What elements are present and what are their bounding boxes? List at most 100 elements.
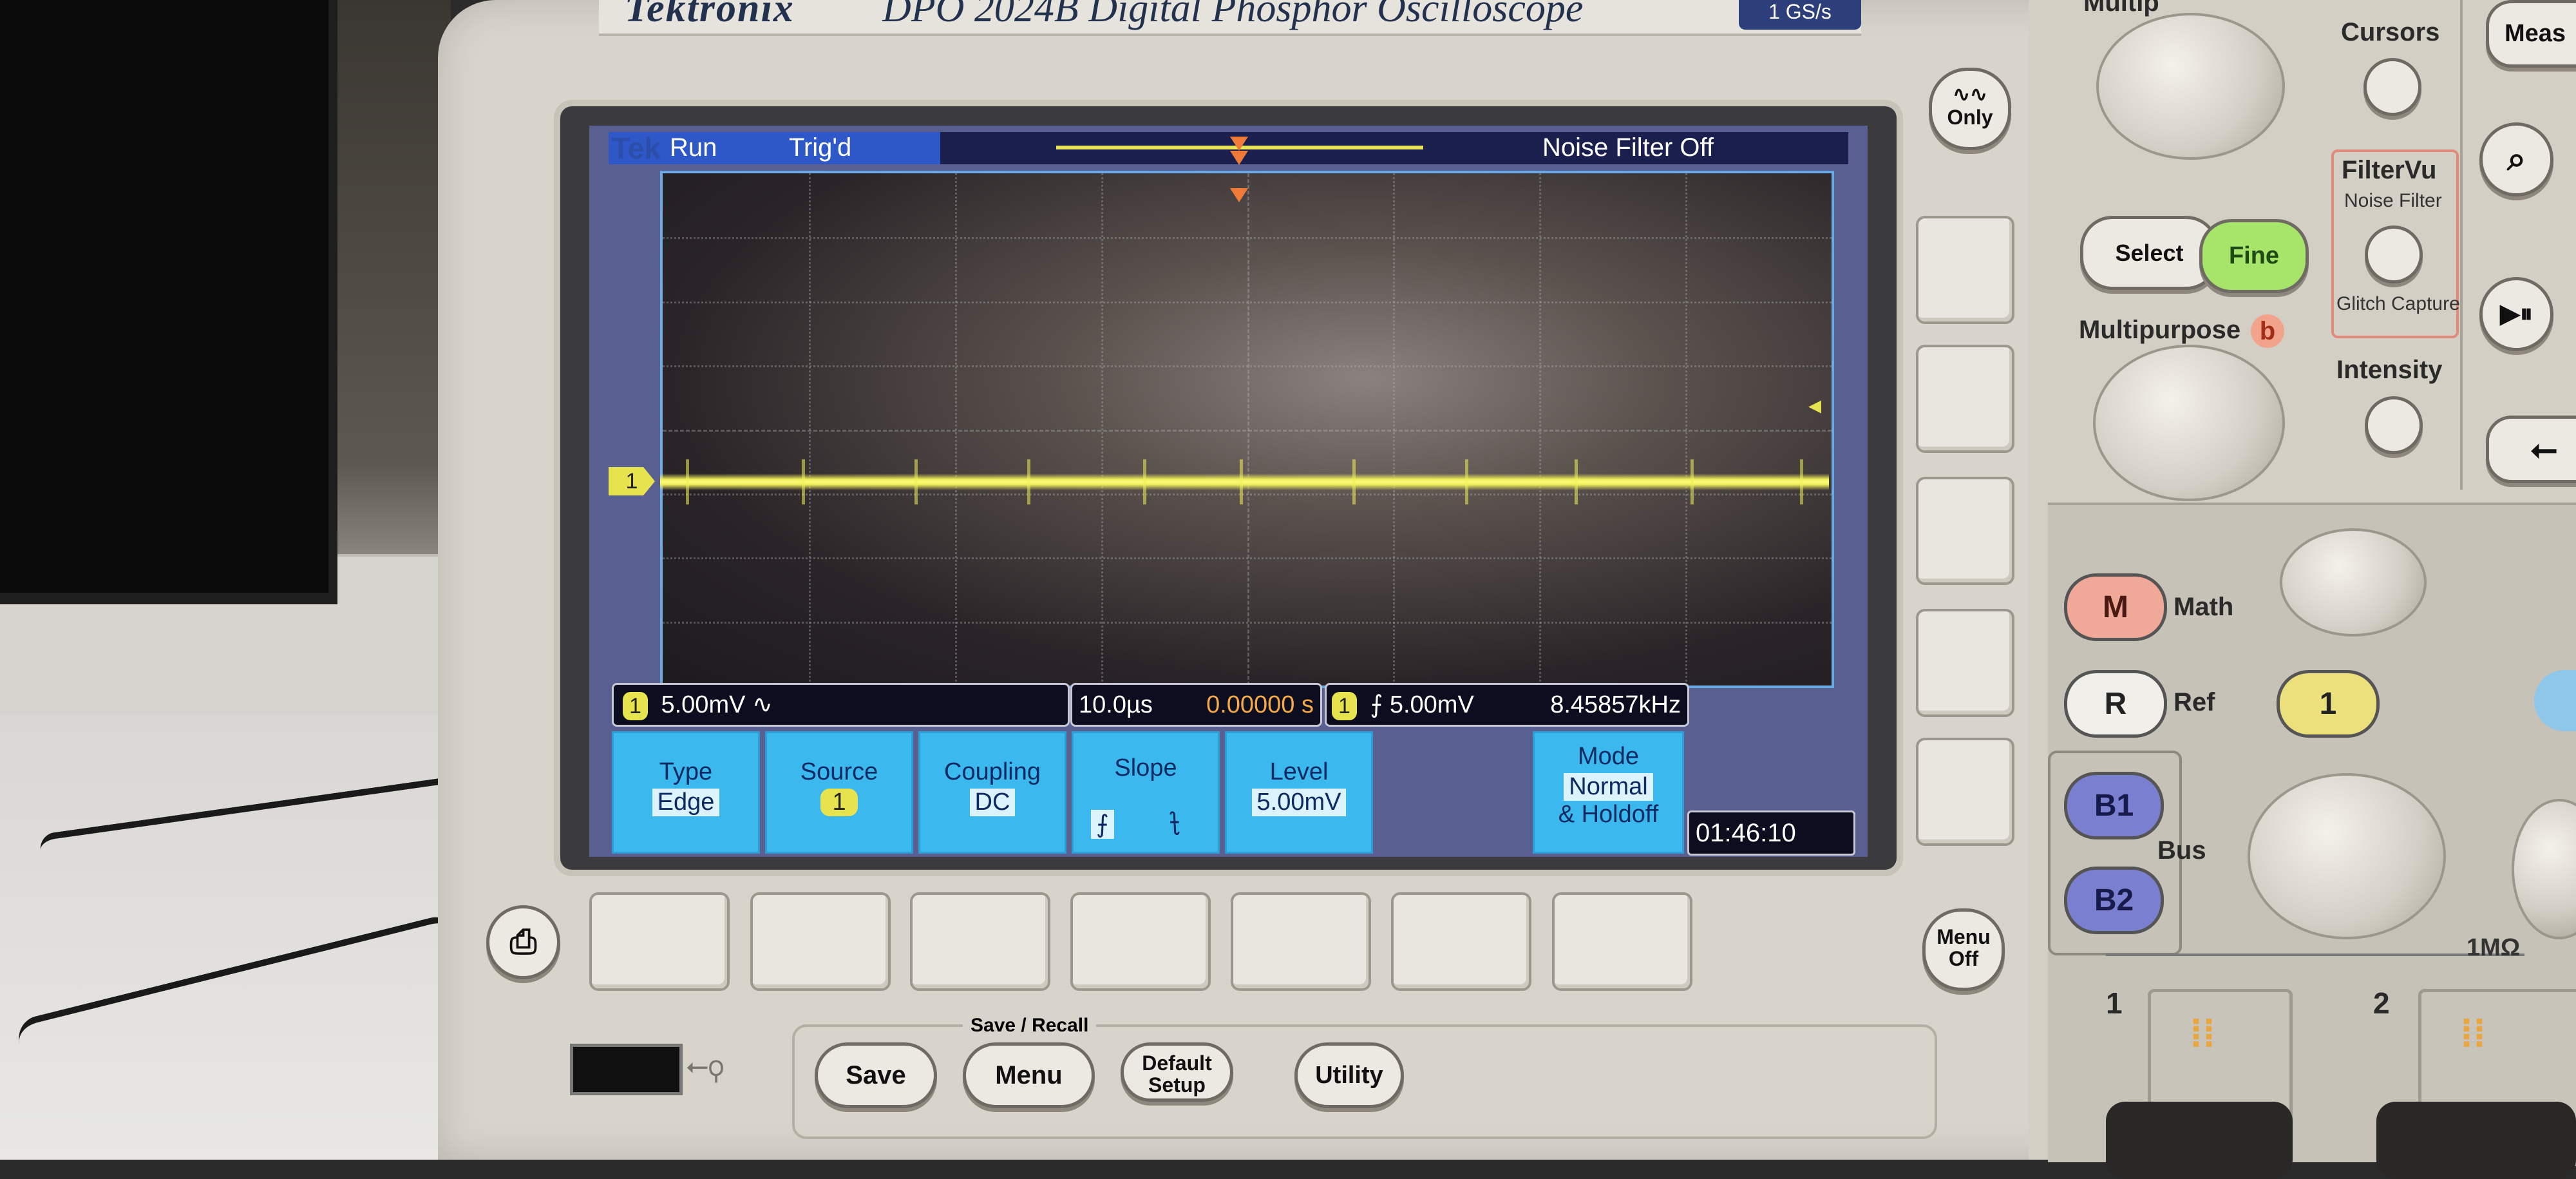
- probe-contacts-icon: ⁞⁞: [2460, 1011, 2486, 1056]
- multipurpose-a-label: Multip: [2083, 0, 2159, 17]
- printer-icon: ⎙: [510, 923, 537, 961]
- math-button[interactable]: M: [2064, 573, 2167, 641]
- bottom-bezel-button-1[interactable]: [589, 892, 730, 991]
- menu-coupling-value: DC: [970, 789, 1016, 816]
- channel-1-scale-knob[interactable]: [2248, 773, 2446, 939]
- filtervu-title: FilterVu: [2342, 156, 2436, 185]
- math-label: Math: [2174, 593, 2233, 622]
- cursors-label: Cursors: [2341, 18, 2439, 47]
- intensity-button[interactable]: [2365, 396, 2423, 454]
- menu-type-value: Edge: [652, 789, 720, 816]
- menu-mode-sub: & Holdoff: [1533, 801, 1684, 829]
- run-stop-button[interactable]: ▶⏸: [2479, 277, 2553, 351]
- select-button[interactable]: Select: [2080, 216, 2219, 290]
- side-bezel-button-e[interactable]: [1916, 738, 2014, 846]
- bus-b2-button[interactable]: B2: [2064, 867, 2164, 934]
- trigger-slope-level: ⨍ 5.00mV: [1370, 691, 1473, 718]
- menu-type[interactable]: Type Edge: [612, 731, 760, 854]
- glitch-capture-label: Glitch Capture: [2336, 293, 2460, 315]
- tek-logo: Tek: [612, 131, 661, 166]
- default-setup-button[interactable]: Default Setup: [1121, 1042, 1233, 1102]
- search-icon: ⌕: [2507, 140, 2526, 178]
- ref-button[interactable]: R: [2064, 670, 2167, 738]
- channel-scale: 5.00mV: [661, 691, 745, 718]
- menu-mode[interactable]: Mode Normal & Holdoff: [1533, 731, 1684, 854]
- trigger-source-chip: 1: [1332, 692, 1357, 720]
- expansion-point-icon: [1230, 151, 1248, 165]
- bottom-bezel-button-3[interactable]: [910, 892, 1050, 991]
- intensity-label: Intensity: [2336, 356, 2442, 385]
- menu-coupling[interactable]: Coupling DC: [918, 731, 1066, 854]
- usb-port[interactable]: [570, 1044, 683, 1095]
- bus-b1-button[interactable]: B1: [2064, 772, 2164, 839]
- bus-label: Bus: [2157, 836, 2206, 865]
- bnc-connector-2[interactable]: [2376, 1102, 2576, 1179]
- menu-source[interactable]: Source 1: [765, 731, 913, 854]
- menu-source-value: 1: [820, 789, 857, 816]
- bnc-connector-1[interactable]: [2106, 1102, 2293, 1179]
- timebase-scale: 10.0µs: [1079, 691, 1153, 718]
- input-2-label: 2: [2373, 986, 2390, 1021]
- math-ref-knob[interactable]: [2280, 528, 2427, 637]
- multipurpose-b-badge: b: [2251, 314, 2284, 348]
- menu-off-label: Menu Off: [1926, 926, 2002, 970]
- side-bezel-button-d[interactable]: [1916, 609, 2014, 717]
- menu-off-button[interactable]: Menu Off: [1922, 908, 2005, 991]
- slope-falling-icon: ⨍: [1168, 807, 1181, 836]
- channel-1-button[interactable]: 1: [2277, 670, 2380, 738]
- menu-level-label: Level: [1225, 758, 1373, 786]
- print-button[interactable]: ⎙: [486, 905, 560, 979]
- trigger-position-icon: [1230, 188, 1248, 202]
- previous-button[interactable]: ⭠: [2486, 416, 2576, 483]
- trigger-position-icon: [1230, 137, 1248, 151]
- menu-level[interactable]: Level 5.00mV: [1225, 731, 1373, 854]
- channel-readout: 1 5.00mV ∿: [612, 683, 1070, 727]
- cursors-button[interactable]: [2363, 58, 2421, 116]
- waveform-trace: [660, 474, 1829, 490]
- bottom-bezel-button-6[interactable]: [1391, 892, 1531, 991]
- fine-button[interactable]: Fine: [2199, 219, 2309, 293]
- trigger-level-arrow-icon: ◂: [1808, 390, 1821, 420]
- sample-rate-badge: 1 GS/s: [1739, 0, 1861, 30]
- impedance-label: 1MΩ: [2467, 934, 2520, 962]
- menu-coupling-label: Coupling: [918, 758, 1066, 786]
- model-name: DPO 2024B Digital Phosphor Oscilloscope: [882, 0, 1583, 32]
- menu-mode-value: Normal: [1564, 773, 1653, 801]
- waveform-icon: ∿∿: [1932, 82, 2008, 106]
- clock-readout: 01:46:10: [1687, 810, 1855, 856]
- channel-chip: 1: [623, 692, 648, 720]
- ac-coupling-icon: ∿: [752, 691, 773, 718]
- multipurpose-b-knob[interactable]: [2093, 345, 2285, 501]
- bottom-bezel-button-7[interactable]: [1552, 892, 1692, 991]
- side-bezel-button-a[interactable]: [1916, 216, 2014, 324]
- timebase-readout: 10.0µs 0.00000 s: [1070, 683, 1322, 727]
- noise-filter-label: Noise Filter: [2344, 190, 2442, 212]
- save-recall-menu-button[interactable]: Menu: [963, 1042, 1095, 1108]
- trigger-readout: 1 ⨍ 5.00mV 8.45857kHz: [1325, 683, 1689, 727]
- trigger-state: Trig'd: [789, 133, 851, 162]
- utility-button[interactable]: Utility: [1294, 1042, 1404, 1108]
- bottom-bezel-button-4[interactable]: [1070, 892, 1211, 991]
- probe-contacts-icon: ⁞⁞: [2190, 1011, 2215, 1056]
- multipurpose-a-knob[interactable]: [2096, 13, 2285, 160]
- search-button[interactable]: ⌕: [2479, 122, 2553, 196]
- save-button[interactable]: Save: [815, 1042, 937, 1108]
- brand-logo: Tektronix: [625, 0, 795, 32]
- trigger-frequency: 8.45857kHz: [1550, 685, 1681, 725]
- run-status: Run: [670, 133, 717, 162]
- side-bezel-button-b[interactable]: [1916, 345, 2014, 453]
- menu-level-value: 5.00mV: [1252, 789, 1347, 816]
- slope-rising-icon: ⨍: [1091, 810, 1114, 839]
- filtervu-button[interactable]: [2365, 225, 2423, 283]
- waveform-only-button[interactable]: ∿∿ Only: [1929, 68, 2011, 150]
- measure-button[interactable]: Meas: [2486, 0, 2576, 68]
- multipurpose-b-label: Multipurpose: [2079, 316, 2240, 345]
- menu-source-label: Source: [765, 758, 913, 786]
- menu-slope[interactable]: Slope ⨍ ⨍: [1072, 731, 1220, 854]
- arrow-left-icon: ⭠: [2530, 430, 2557, 468]
- bottom-bezel-button-5[interactable]: [1231, 892, 1371, 991]
- bottom-bezel-button-2[interactable]: [750, 892, 891, 991]
- side-bezel-button-c[interactable]: [1916, 477, 2014, 585]
- menu-slope-label: Slope: [1072, 754, 1220, 782]
- input-divider: [2106, 954, 2524, 956]
